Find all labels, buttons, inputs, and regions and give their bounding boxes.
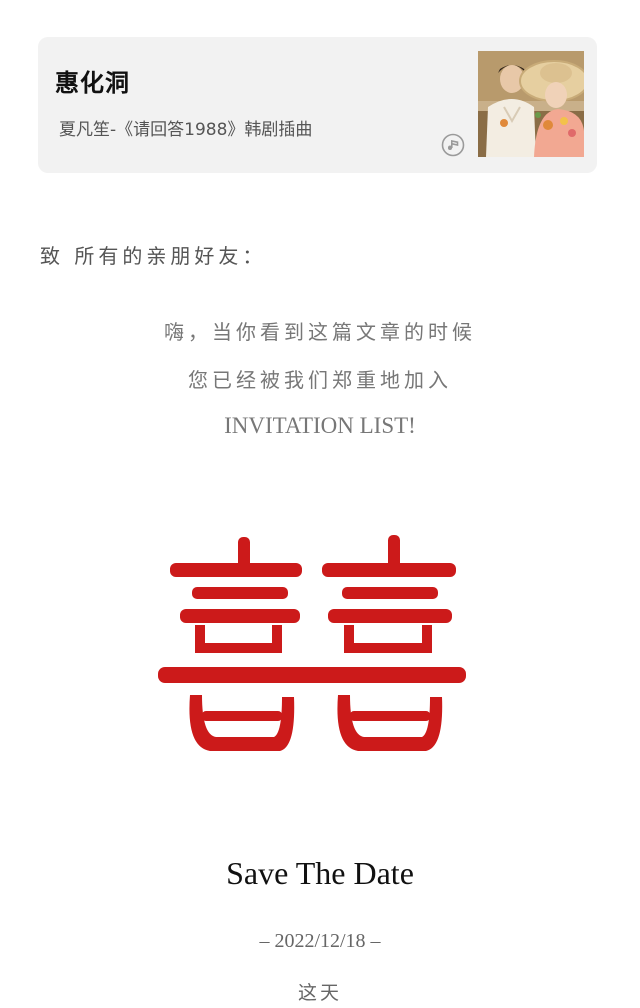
greeting-text: 致 所有的亲朋好友：: [40, 244, 267, 268]
save-the-date-title: Save The Date: [226, 855, 414, 891]
music-subtitle: 夏凡笙-《请回答1988》韩剧插曲: [59, 120, 313, 140]
wedding-date: – 2022/12/18 –: [259, 930, 381, 952]
invite-line-3: INVITATION LIST!: [224, 413, 416, 438]
invite-line-2: 您已经被我们郑重地加入: [188, 368, 452, 392]
album-cover: [478, 51, 584, 157]
music-note-icon[interactable]: [441, 133, 465, 157]
music-card[interactable]: 惠化洞 夏凡笙-《请回答1988》韩剧插曲: [38, 37, 597, 173]
this-day-caption: 这天: [297, 982, 342, 1004]
invite-line-1: 嗨，当你看到这篇文章的时候: [164, 320, 476, 344]
double-happiness-symbol: [158, 535, 466, 751]
music-title: 惠化洞: [55, 69, 130, 97]
